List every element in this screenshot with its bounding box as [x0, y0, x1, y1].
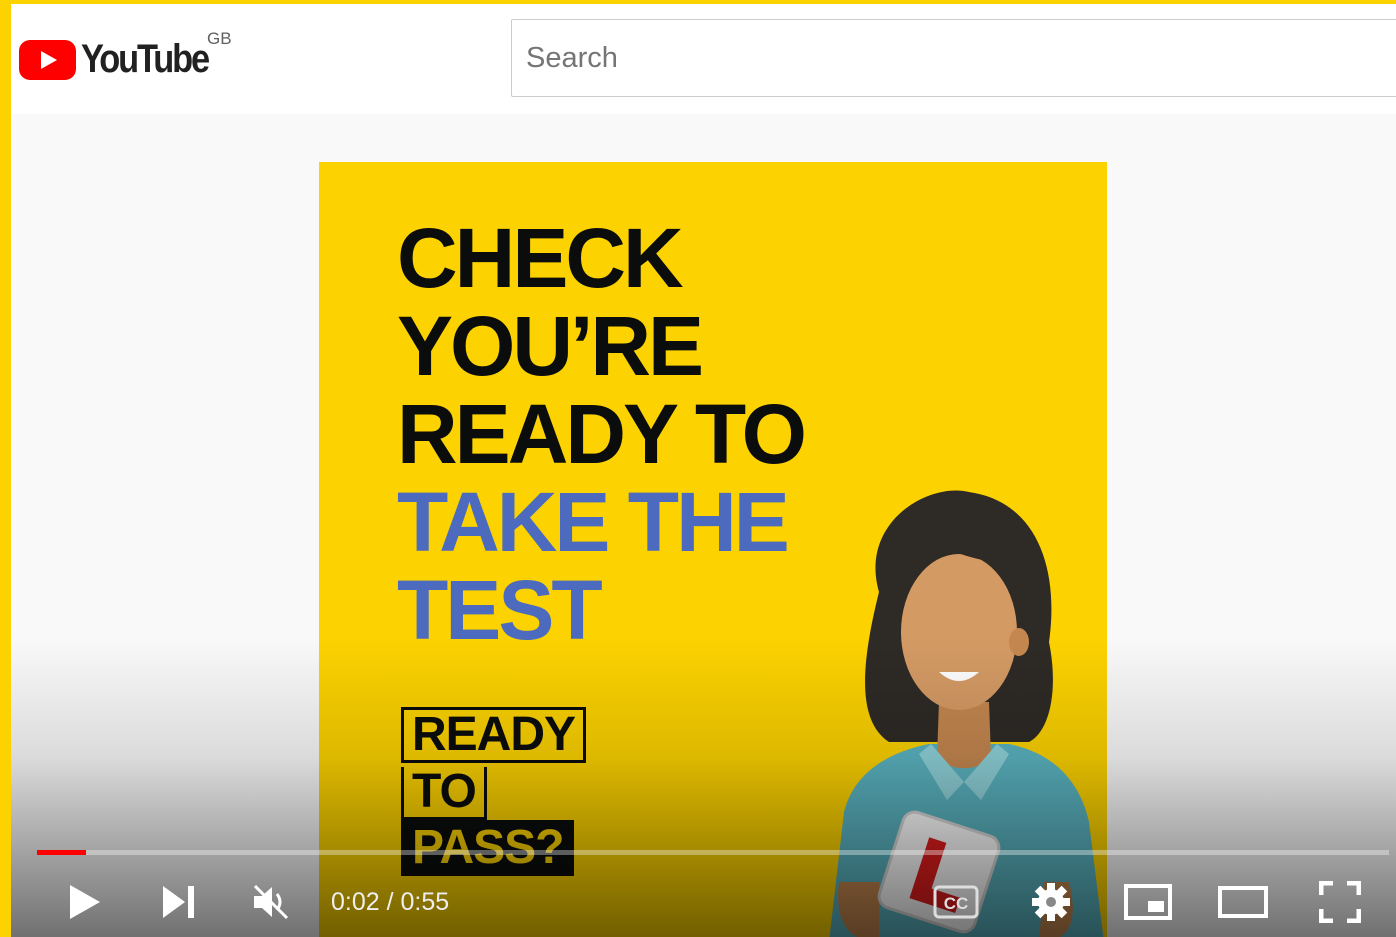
logo-text: YouTube [81, 37, 210, 81]
miniplayer-icon [1124, 884, 1172, 920]
play-icon [70, 885, 100, 919]
youtube-page: YouTube GB CHECK YOU’RE READY TO TAKE TH… [11, 4, 1396, 937]
headline-line: CHECK [397, 211, 684, 305]
theater-icon [1218, 886, 1268, 918]
search-input[interactable] [511, 19, 1396, 97]
video-frame[interactable]: CHECK YOU’RE READY TO TAKE THE TEST READ… [319, 162, 1107, 937]
play-button[interactable] [63, 880, 107, 924]
settings-button[interactable] [1029, 880, 1073, 924]
country-code: GB [207, 29, 232, 48]
headline-line-highlight: TAKE THE [397, 475, 790, 569]
headline-line: YOU’RE [397, 299, 704, 393]
settings-icon [1032, 883, 1070, 921]
mute-button[interactable] [249, 880, 293, 924]
time-display: 0:02 / 0:55 [331, 888, 450, 916]
fullscreen-icon [1319, 881, 1361, 923]
headline-line: READY TO [397, 387, 807, 481]
badge-line: TO [401, 767, 487, 820]
badge-line: READY [401, 707, 587, 763]
theater-mode-button[interactable] [1215, 880, 1271, 924]
captions-button[interactable]: CC [931, 880, 981, 924]
badge-line: PASS? [401, 820, 575, 876]
headline-line-highlight: TEST [397, 563, 603, 657]
video-player[interactable]: CHECK YOU’RE READY TO TAKE THE TEST READ… [11, 114, 1396, 937]
cc-label: CC [944, 894, 969, 913]
next-button[interactable] [157, 880, 201, 924]
mute-icon [253, 884, 289, 920]
cc-icon: CC [933, 885, 979, 919]
masthead: YouTube GB [11, 4, 1396, 114]
youtube-logo[interactable]: YouTube [19, 37, 229, 82]
video-headline: CHECK YOU’RE READY TO TAKE THE TEST [397, 211, 807, 657]
learner-driver-illustration [829, 490, 1104, 937]
next-icon [163, 886, 194, 918]
progress-fill [37, 850, 86, 855]
progress-bar[interactable] [37, 850, 1389, 855]
youtube-logo-icon [19, 39, 76, 80]
miniplayer-button[interactable] [1121, 880, 1175, 924]
fullscreen-button[interactable] [1317, 880, 1363, 924]
